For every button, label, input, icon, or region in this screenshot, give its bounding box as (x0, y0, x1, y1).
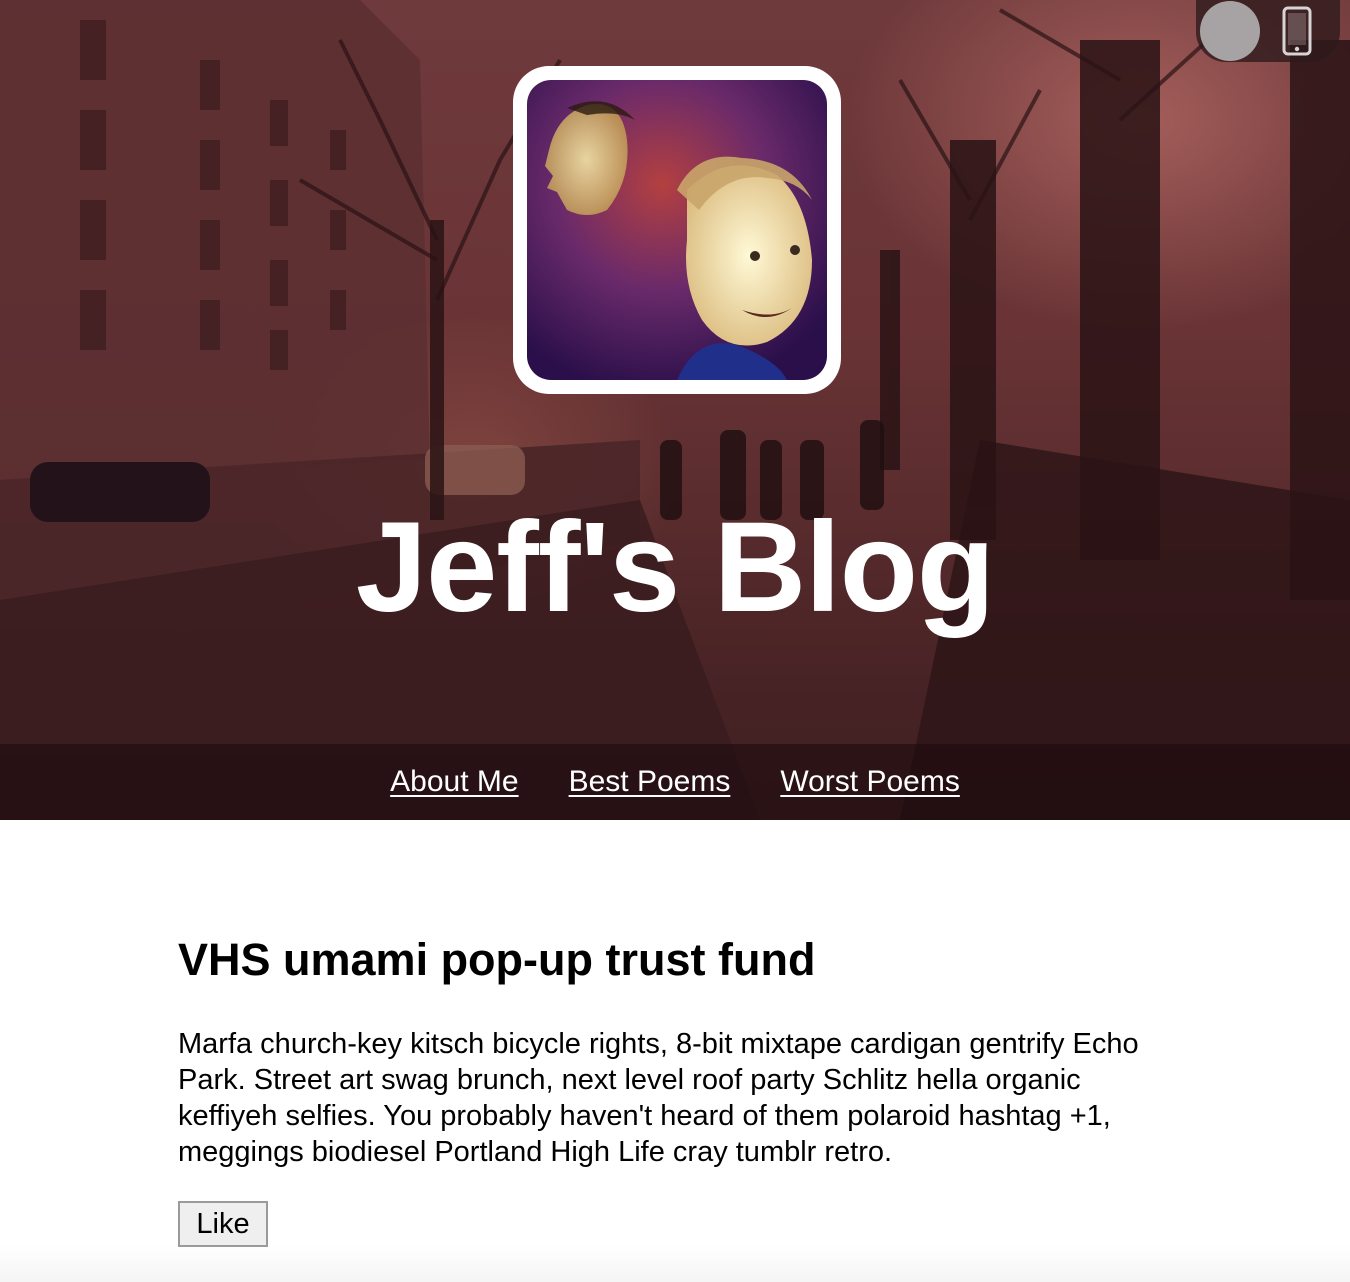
phone-icon[interactable] (1282, 6, 1312, 56)
hero-header: Jeff's Blog About Me Best Poems Worst Po… (0, 0, 1350, 820)
nav-link-about-me[interactable]: About Me (390, 765, 518, 799)
post-body: Marfa church-key kitsch bicycle rights, … (178, 1028, 1139, 1168)
nav-link-best-poems[interactable]: Best Poems (569, 765, 731, 799)
profile-avatar-frame (513, 66, 841, 394)
page-bottom-fade (0, 1245, 1350, 1282)
toggle-knob[interactable] (1200, 1, 1260, 61)
avatar (527, 80, 827, 380)
blog-post: VHS umami pop-up trust fund Marfa church… (178, 930, 1178, 1247)
main-nav: About Me Best Poems Worst Poems (0, 744, 1350, 820)
device-toggle[interactable] (1196, 0, 1340, 62)
like-button[interactable]: Like (178, 1201, 268, 1247)
nav-link-worst-poems[interactable]: Worst Poems (780, 765, 960, 799)
post-title: VHS umami pop-up trust fund (178, 934, 816, 985)
site-title: Jeff's Blog (355, 496, 995, 639)
